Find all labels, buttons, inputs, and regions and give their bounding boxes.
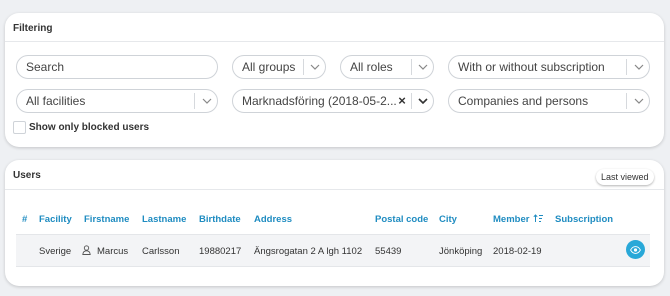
column-header-firstname[interactable]: Firstname bbox=[84, 214, 129, 225]
campaign-select-value: Marknadsföring (2018-05-2... bbox=[242, 94, 397, 108]
cell-lastname: Carlsson bbox=[142, 246, 180, 257]
view-user-button[interactable] bbox=[626, 240, 645, 259]
column-header-number[interactable]: # bbox=[22, 214, 27, 225]
subscription-select[interactable]: With or without subscription bbox=[448, 55, 650, 79]
cell-postal-code: 55439 bbox=[375, 246, 402, 257]
sort-ascending-icon bbox=[533, 214, 544, 222]
cell-facility: Sverige bbox=[39, 246, 72, 257]
facilities-select-separator bbox=[194, 93, 195, 109]
customer-type-select-value: Companies and persons bbox=[458, 94, 589, 108]
filtering-divider bbox=[5, 41, 664, 42]
cell-member: 2018-02-19 bbox=[493, 246, 542, 257]
chevron-down-icon bbox=[630, 90, 648, 112]
chevron-down-icon bbox=[198, 90, 216, 112]
cell-city: Jönköping bbox=[439, 246, 483, 257]
eye-icon bbox=[630, 245, 641, 254]
customer-type-select[interactable]: Companies and persons bbox=[448, 89, 650, 113]
column-header-lastname[interactable]: Lastname bbox=[142, 214, 186, 225]
campaign-select-separator bbox=[411, 93, 412, 109]
blocked-users-label: Show only blocked users bbox=[29, 122, 150, 133]
search-input[interactable]: Search bbox=[16, 55, 218, 79]
campaign-select[interactable]: Marknadsföring (2018-05-2... × bbox=[232, 89, 434, 113]
groups-select-value: All groups bbox=[242, 60, 296, 74]
chevron-down-icon bbox=[414, 56, 432, 78]
column-header-facility[interactable]: Facility bbox=[39, 214, 72, 225]
user-icon bbox=[82, 245, 91, 258]
column-header-member[interactable]: Member bbox=[493, 214, 544, 225]
chevron-down-icon bbox=[306, 56, 324, 78]
column-header-address[interactable]: Address bbox=[254, 214, 292, 225]
chevron-down-icon bbox=[414, 90, 432, 112]
facilities-select-value: All facilities bbox=[26, 94, 86, 108]
column-header-member-label: Member bbox=[493, 214, 530, 225]
subscription-select-separator bbox=[626, 59, 627, 75]
customer-type-select-separator bbox=[626, 93, 627, 109]
roles-select-separator bbox=[411, 59, 412, 75]
chevron-down-icon bbox=[630, 56, 648, 78]
users-divider bbox=[5, 189, 664, 190]
column-header-birthdate[interactable]: Birthdate bbox=[199, 214, 241, 225]
blocked-users-checkbox[interactable] bbox=[13, 121, 26, 134]
column-header-postal-code[interactable]: Postal code bbox=[375, 214, 428, 225]
roles-select-value: All roles bbox=[350, 60, 393, 74]
clear-icon[interactable]: × bbox=[396, 90, 408, 112]
column-header-subscription[interactable]: Subscription bbox=[555, 214, 613, 225]
column-header-city[interactable]: City bbox=[439, 214, 457, 225]
cell-address: Ängsrogatan 2 A lgh 1102 bbox=[254, 246, 363, 257]
last-viewed-button[interactable]: Last viewed bbox=[596, 169, 654, 185]
cell-firstname[interactable]: Marcus bbox=[97, 246, 128, 257]
subscription-select-value: With or without subscription bbox=[458, 60, 605, 74]
filtering-title: Filtering bbox=[13, 23, 53, 34]
cell-birthdate: 19880217 bbox=[199, 246, 242, 257]
users-title: Users bbox=[13, 170, 41, 181]
groups-select[interactable]: All groups bbox=[232, 55, 326, 79]
facilities-select[interactable]: All facilities bbox=[16, 89, 218, 113]
groups-select-separator bbox=[303, 59, 304, 75]
roles-select[interactable]: All roles bbox=[340, 55, 434, 79]
